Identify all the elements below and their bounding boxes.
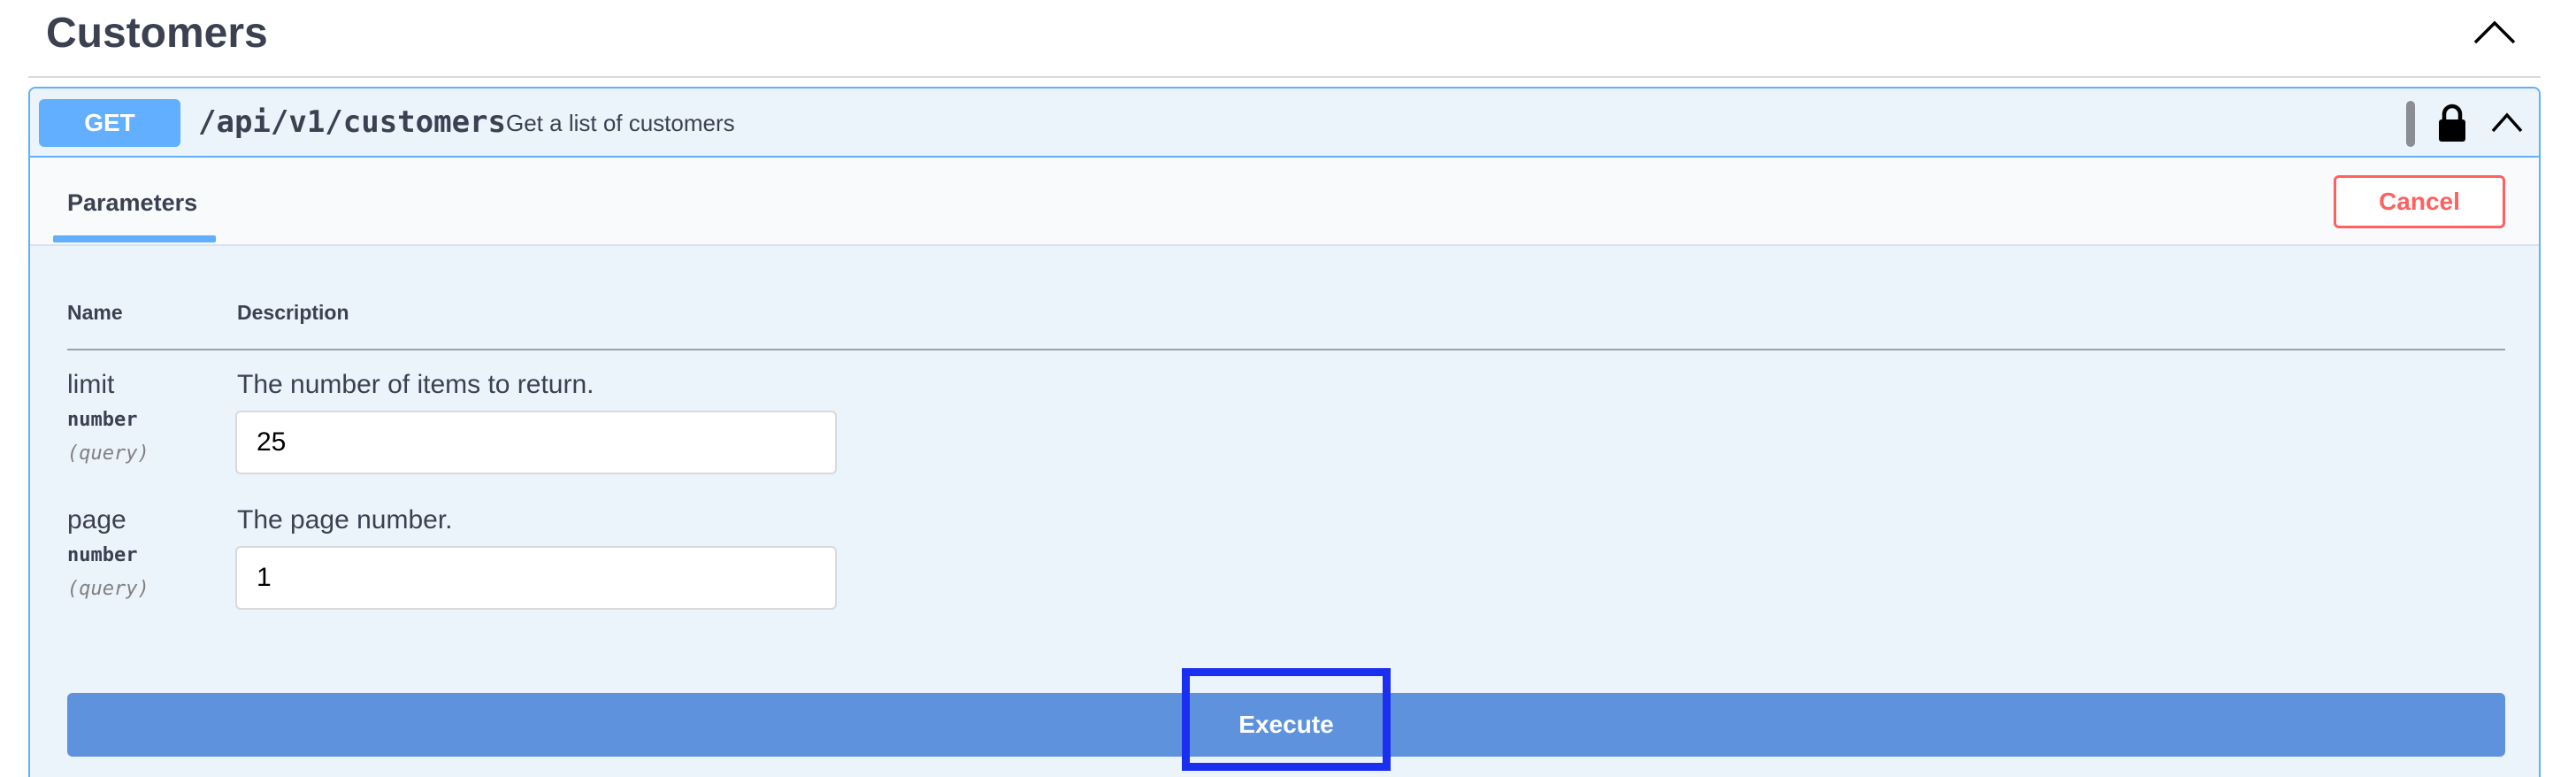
- section-header-customers[interactable]: Customers: [28, 0, 2541, 78]
- description-column-header: Description: [237, 301, 349, 324]
- chevron-up-icon[interactable]: [2470, 16, 2519, 48]
- param-type: number: [67, 409, 138, 431]
- param-type: number: [67, 544, 138, 566]
- param-description: The page number.: [237, 505, 453, 535]
- section-title: Customers: [46, 10, 268, 57]
- tab-parameters[interactable]: Parameters: [53, 158, 216, 246]
- header-divider: [67, 349, 2505, 350]
- name-column-header: Name: [67, 301, 123, 324]
- limit-input[interactable]: [235, 411, 837, 474]
- chevron-up-icon[interactable]: [2489, 108, 2525, 135]
- cancel-button[interactable]: Cancel: [2334, 175, 2505, 228]
- page-input[interactable]: [235, 546, 837, 610]
- tab-parameters-label: Parameters: [67, 189, 198, 216]
- execute-highlight-box: [1182, 668, 1391, 771]
- param-location: (query): [67, 578, 150, 600]
- param-description: The number of items to return.: [237, 370, 594, 399]
- param-name: limit: [67, 370, 115, 399]
- lock-icon[interactable]: [2436, 103, 2468, 143]
- param-location: (query): [67, 442, 150, 465]
- scroll-handle[interactable]: [2406, 101, 2415, 147]
- operation-summary[interactable]: GET /api/v1/customers Get a list of cust…: [30, 88, 2539, 158]
- tab-active-indicator: [53, 235, 216, 242]
- operation-path: /api/v1/customers: [198, 104, 506, 140]
- tab-header: Parameters Cancel: [30, 158, 2539, 246]
- operation-description: Get a list of customers: [506, 110, 735, 136]
- method-badge: GET: [39, 99, 180, 147]
- param-name: page: [67, 505, 126, 535]
